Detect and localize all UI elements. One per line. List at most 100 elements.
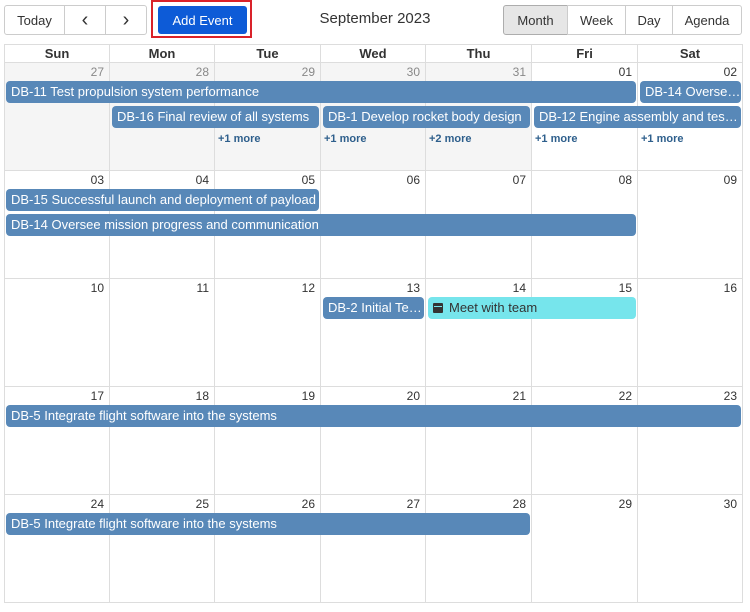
day-cell[interactable]: 14: [426, 279, 532, 387]
day-number[interactable]: 08: [619, 173, 632, 187]
day-cell[interactable]: 24: [4, 495, 110, 603]
show-more-link[interactable]: +1 more: [324, 133, 367, 145]
weekday-header-thu: Thu: [426, 44, 532, 63]
event-title: DB-14 Oversee mission progress and commu…: [11, 217, 319, 232]
day-cell[interactable]: 20: [321, 387, 426, 495]
view-day-button[interactable]: Day: [625, 5, 673, 35]
day-cell[interactable]: 19: [215, 387, 321, 495]
day-number[interactable]: 06: [407, 173, 420, 187]
calendar-event[interactable]: DB-5 Integrate flight software into the …: [6, 513, 530, 535]
day-number[interactable]: 17: [91, 389, 104, 403]
calendar-event[interactable]: DB-1 Develop rocket body design: [323, 106, 530, 128]
event-title: DB-11 Test propulsion system performance: [11, 84, 260, 99]
day-number[interactable]: 27: [91, 65, 104, 79]
calendar-event[interactable]: DB-15 Successful launch and deployment o…: [6, 189, 319, 211]
day-number[interactable]: 23: [724, 389, 737, 403]
day-cell[interactable]: 28: [426, 495, 532, 603]
calendar-event[interactable]: DB-11 Test propulsion system performance: [6, 81, 636, 103]
weekday-header-tue: Tue: [215, 44, 321, 63]
view-agenda-button[interactable]: Agenda: [672, 5, 742, 35]
show-more-link[interactable]: +2 more: [429, 133, 472, 145]
show-more-link[interactable]: +1 more: [218, 133, 261, 145]
day-number[interactable]: 14: [513, 281, 526, 295]
view-month-button[interactable]: Month: [503, 5, 568, 35]
day-number[interactable]: 21: [513, 389, 526, 403]
event-title: DB-2 Initial Testing: [328, 300, 424, 315]
day-number[interactable]: 09: [724, 173, 737, 187]
calendar-toolbar: Today ‹ › Add Event September 2023 Month…: [0, 0, 750, 40]
day-number[interactable]: 24: [91, 497, 104, 511]
day-cell[interactable]: 11: [110, 279, 215, 387]
weekday-header-sun: Sun: [4, 44, 110, 63]
day-number[interactable]: 10: [91, 281, 104, 295]
day-number[interactable]: 13: [407, 281, 420, 295]
day-cell[interactable]: 15: [532, 279, 638, 387]
day-cell[interactable]: 12: [215, 279, 321, 387]
show-more-link[interactable]: +1 more: [641, 133, 684, 145]
day-cell[interactable]: 18: [110, 387, 215, 495]
day-number[interactable]: 04: [196, 173, 209, 187]
day-cell[interactable]: 16: [638, 279, 743, 387]
next-month-button[interactable]: ›: [105, 5, 147, 35]
weekday-header-fri: Fri: [532, 44, 638, 63]
day-number[interactable]: 07: [513, 173, 526, 187]
day-cell[interactable]: 29: [532, 495, 638, 603]
today-button[interactable]: Today: [4, 5, 65, 35]
calendar-event[interactable]: DB-14 Oversee mission progress and commu…: [640, 81, 741, 103]
day-number[interactable]: 26: [302, 497, 315, 511]
event-title: DB-15 Successful launch and deployment o…: [11, 192, 316, 207]
calendar-task-event[interactable]: Meet with team: [428, 297, 636, 319]
day-number[interactable]: 25: [196, 497, 209, 511]
day-cell[interactable]: 30: [638, 495, 743, 603]
add-event-highlight: Add Event: [151, 0, 252, 38]
day-cell[interactable]: 25: [110, 495, 215, 603]
day-cell[interactable]: 17: [4, 387, 110, 495]
day-number[interactable]: 15: [619, 281, 632, 295]
day-number[interactable]: 16: [724, 281, 737, 295]
calendar-event[interactable]: DB-2 Initial Testing: [323, 297, 424, 319]
day-cell[interactable]: 10: [4, 279, 110, 387]
weekday-header-mon: Mon: [110, 44, 215, 63]
day-cell[interactable]: 23: [638, 387, 743, 495]
event-title: DB-16 Final review of all systems: [117, 109, 310, 124]
day-cell[interactable]: 09: [638, 171, 743, 279]
day-number[interactable]: 05: [302, 173, 315, 187]
event-title: DB-12 Engine assembly and testing: [539, 109, 741, 124]
day-number[interactable]: 01: [619, 65, 632, 79]
day-cell[interactable]: 13: [321, 279, 426, 387]
day-number[interactable]: 20: [407, 389, 420, 403]
day-number[interactable]: 28: [196, 65, 209, 79]
weekday-header-sat: Sat: [638, 44, 743, 63]
day-cell[interactable]: 22: [532, 387, 638, 495]
calendar-event[interactable]: DB-12 Engine assembly and testing: [534, 106, 741, 128]
day-number[interactable]: 19: [302, 389, 315, 403]
day-number[interactable]: 28: [513, 497, 526, 511]
day-number[interactable]: 11: [197, 281, 209, 295]
calendar-event[interactable]: DB-5 Integrate flight software into the …: [6, 405, 741, 427]
day-number[interactable]: 30: [407, 65, 420, 79]
calendar-event[interactable]: DB-14 Oversee mission progress and commu…: [6, 214, 636, 236]
day-number[interactable]: 22: [619, 389, 632, 403]
event-title: DB-1 Develop rocket body design: [328, 109, 522, 124]
day-number[interactable]: 31: [513, 65, 526, 79]
day-number[interactable]: 02: [724, 65, 737, 79]
day-cell[interactable]: 26: [215, 495, 321, 603]
calendar-event[interactable]: DB-16 Final review of all systems: [112, 106, 319, 128]
chevron-right-icon: ›: [122, 8, 130, 31]
prev-month-button[interactable]: ‹: [64, 5, 106, 35]
view-week-button[interactable]: Week: [567, 5, 626, 35]
month-calendar-grid: Sun Mon Tue Wed Thu Fri Sat 27 28 29 30 31 01 02 03 04 0…: [4, 44, 743, 606]
add-event-button[interactable]: Add Event: [158, 6, 247, 34]
day-number[interactable]: 12: [302, 281, 315, 295]
day-number[interactable]: 30: [724, 497, 737, 511]
day-number[interactable]: 03: [91, 173, 104, 187]
chevron-left-icon: ‹: [81, 8, 89, 31]
day-number[interactable]: 27: [407, 497, 420, 511]
day-number[interactable]: 18: [196, 389, 209, 403]
day-number[interactable]: 29: [619, 497, 632, 511]
show-more-link[interactable]: +1 more: [535, 133, 578, 145]
day-number[interactable]: 29: [302, 65, 315, 79]
day-cell[interactable]: 27: [4, 63, 110, 171]
day-cell[interactable]: 21: [426, 387, 532, 495]
day-cell[interactable]: 27: [321, 495, 426, 603]
